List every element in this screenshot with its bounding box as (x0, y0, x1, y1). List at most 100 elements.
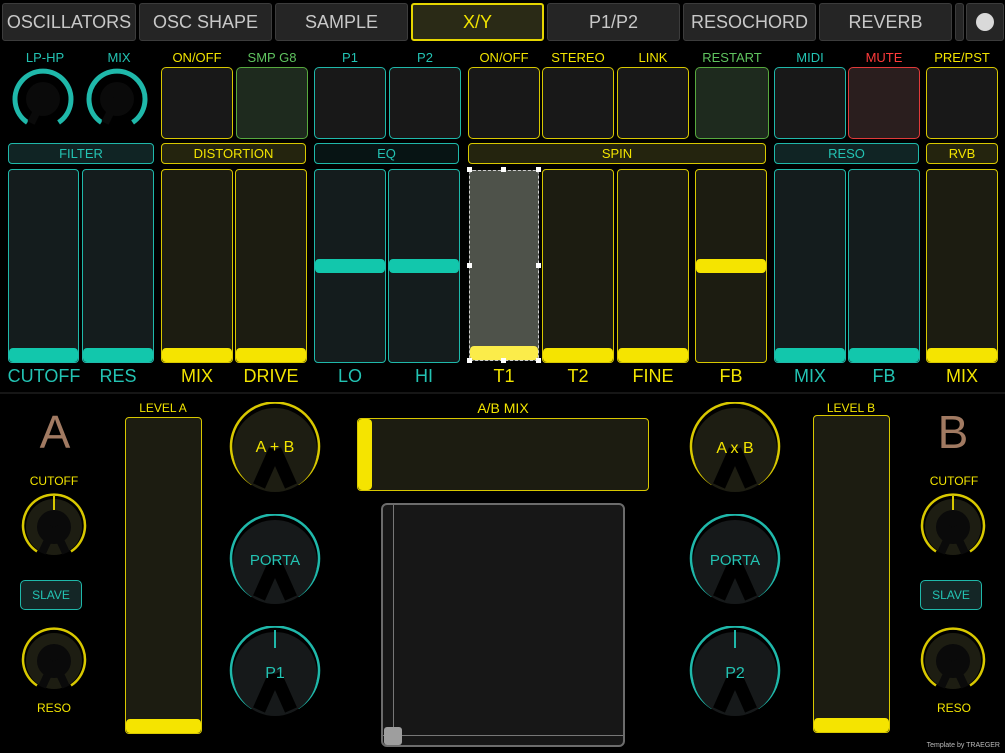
tab-p1-p2[interactable]: P1/P2 (547, 3, 680, 41)
level-a-label: LEVEL A (139, 401, 187, 415)
reso-b-label: RESO (936, 701, 971, 715)
spin-t2-fader[interactable] (542, 169, 614, 363)
p2-button[interactable] (389, 67, 461, 139)
fader-name-t1: T1 (493, 366, 515, 386)
fader-handle[interactable] (927, 348, 997, 362)
spin-fine-fader[interactable] (617, 169, 689, 363)
reso-fb-fader[interactable] (848, 169, 920, 363)
slave-a-button[interactable]: SLAVE (20, 580, 82, 610)
smp-g8-button[interactable] (236, 67, 308, 139)
fader-name-reso-fb: FB (872, 366, 896, 386)
label-stereo: STEREO (551, 50, 605, 65)
fader-handle[interactable] (849, 348, 919, 362)
mix-knob[interactable] (84, 66, 150, 132)
label-dist-on-off: ON/OFF (172, 50, 222, 65)
fader-handle[interactable] (83, 348, 153, 362)
fader-name-lo: LO (337, 366, 362, 386)
tab-divider (955, 3, 964, 41)
section-distortion: DISTORTION (161, 143, 306, 164)
drive-fader[interactable] (235, 169, 307, 363)
stereo-button[interactable] (542, 67, 614, 139)
p1-knob[interactable]: P1 (227, 625, 323, 722)
label-pre-pst: PRE/PST (934, 50, 990, 65)
fader-handle[interactable] (126, 719, 201, 733)
label-a: A (39, 406, 71, 458)
reso-b-knob[interactable] (917, 625, 989, 697)
porta-b-label: PORTA (709, 552, 761, 569)
spin-on-off-button[interactable] (468, 67, 540, 139)
section-spin: SPIN (468, 143, 766, 164)
p1-button[interactable] (314, 67, 386, 139)
tab-oscillators[interactable]: OSCILLATORS (2, 3, 136, 41)
fader-handle[interactable] (389, 259, 459, 273)
fader-handle[interactable] (162, 348, 232, 362)
settings-tab[interactable] (966, 3, 1004, 41)
cutoff-b-knob[interactable] (917, 491, 989, 563)
label-mix: MIX (107, 50, 131, 65)
reso-a-knob[interactable] (18, 625, 90, 697)
rvb-mix-fader[interactable] (926, 169, 998, 363)
fader-name-reso-mix: MIX (793, 366, 826, 386)
fader-name-fb: FB (719, 366, 743, 386)
fader-name-mix: MIX (180, 366, 213, 386)
fader-handle[interactable] (543, 348, 613, 362)
a-plus-b-label: A + B (255, 439, 295, 456)
eq-hi-fader[interactable] (388, 169, 460, 363)
porta-a-label: PORTA (249, 552, 301, 569)
res-fader[interactable] (82, 169, 154, 363)
fader-handle[interactable] (236, 348, 306, 362)
section-reso: RESO (774, 143, 919, 164)
fader-handle[interactable] (315, 259, 385, 273)
xy-pad[interactable] (381, 503, 625, 747)
fader-handle[interactable] (618, 348, 688, 362)
distortion-mix-fader[interactable] (161, 169, 233, 363)
level-b-label: LEVEL B (826, 401, 876, 415)
lp-hp-knob[interactable] (10, 66, 76, 132)
cutoff-b-label: CUTOFF (929, 474, 979, 488)
porta-b-knob[interactable]: PORTA (687, 513, 783, 610)
reso-mix-fader[interactable] (774, 169, 846, 363)
xy-pad-handle[interactable] (384, 727, 402, 745)
porta-a-knob[interactable]: PORTA (227, 513, 323, 610)
section-filter: FILTER (8, 143, 154, 164)
fader-handle[interactable] (775, 348, 845, 362)
label-restart: RESTART (702, 50, 762, 65)
link-button[interactable] (617, 67, 689, 139)
cutoff-a-label: CUTOFF (29, 474, 79, 488)
spin-fb-fader[interactable] (695, 169, 767, 363)
label-lp-hp: LP-HP (25, 50, 65, 65)
restart-button[interactable] (695, 67, 769, 139)
a-plus-b-knob[interactable]: A + B (227, 401, 323, 498)
fader-handle[interactable] (814, 718, 889, 732)
tab-osc-shape[interactable]: OSC SHAPE (139, 3, 272, 41)
fader-handle[interactable] (696, 259, 766, 273)
pre-pst-button[interactable] (926, 67, 998, 139)
cutoff-fader[interactable] (8, 169, 79, 363)
fader-handle[interactable] (9, 348, 78, 362)
level-a-fader[interactable] (125, 417, 202, 734)
tab-xy[interactable]: X/Y (411, 3, 544, 41)
a-x-b-knob[interactable]: A x B (687, 401, 783, 498)
fader-name-res: RES (99, 366, 137, 386)
label-midi: MIDI (796, 50, 824, 65)
record-dot-icon (976, 13, 994, 31)
midi-button[interactable] (774, 67, 846, 139)
label-mute: MUTE (865, 50, 903, 65)
fader-name-drive: DRIVE (243, 366, 299, 386)
mute-button[interactable] (848, 67, 920, 139)
p1-label: P1 (265, 665, 285, 682)
p2-label: P2 (725, 665, 745, 682)
slave-b-button[interactable]: SLAVE (920, 580, 982, 610)
fader-handle[interactable] (358, 419, 372, 490)
tab-sample[interactable]: SAMPLE (275, 3, 408, 41)
ab-mix-fader[interactable] (357, 418, 649, 491)
cutoff-a-knob[interactable] (18, 491, 90, 563)
tab-resochord[interactable]: RESOCHORD (683, 3, 816, 41)
distortion-on-off-button[interactable] (161, 67, 233, 139)
xy-crosshair-horizontal (383, 735, 623, 736)
p2-knob[interactable]: P2 (687, 625, 783, 722)
spin-t1-fader[interactable] (469, 170, 539, 361)
tab-reverb[interactable]: REVERB (819, 3, 952, 41)
level-b-fader[interactable] (813, 415, 890, 733)
eq-lo-fader[interactable] (314, 169, 386, 363)
